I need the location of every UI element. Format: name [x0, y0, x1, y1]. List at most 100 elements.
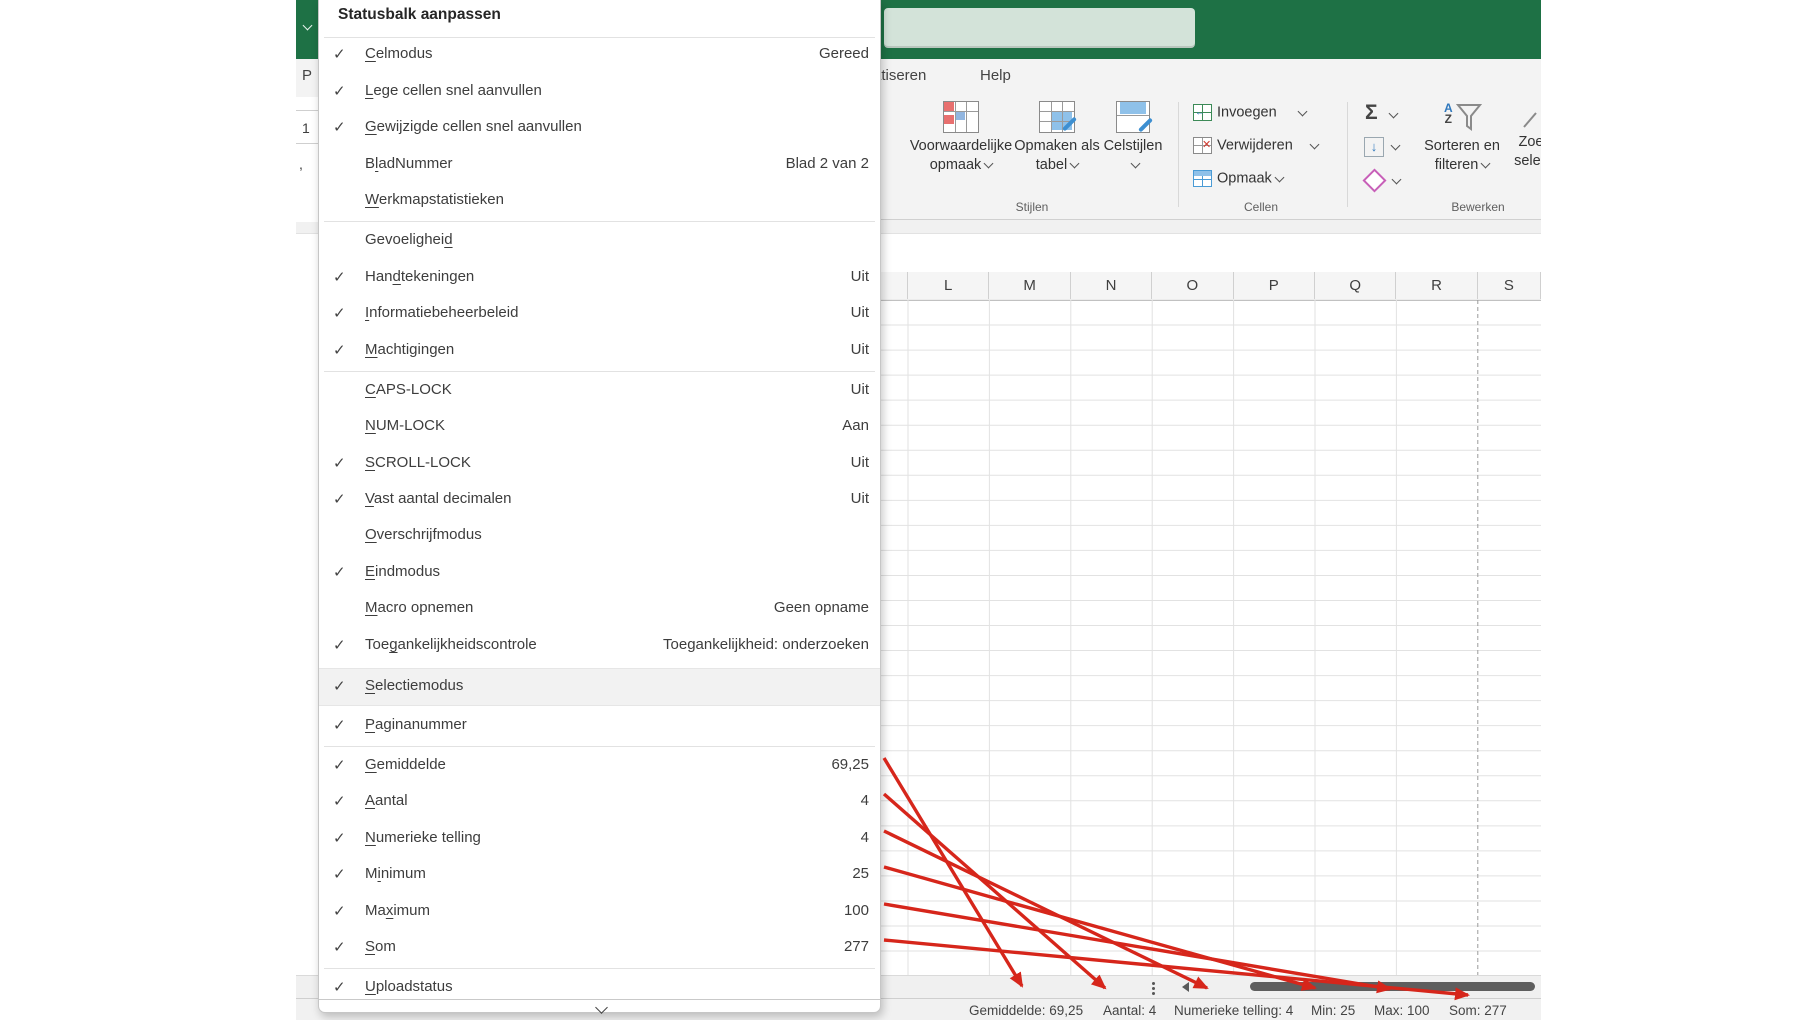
menu-scroll-down[interactable] [319, 999, 880, 1015]
status-item: Min: 25 [1311, 1003, 1356, 1018]
menu-item-value: 277 [843, 938, 869, 955]
menu-item-value: Uit [850, 268, 869, 285]
menu-item[interactable]: BladNummer Blad 2 van 2 [319, 147, 880, 183]
chevron-down-icon [1297, 106, 1308, 116]
find-select-label-line2: selec [1514, 153, 1541, 169]
menu-item-label: Numerieke telling [365, 829, 481, 846]
menu-item[interactable]: ✓ Selectiemodus [319, 668, 880, 706]
insert-cells-icon: ← [1193, 104, 1212, 121]
chevron-down-icon [1069, 158, 1080, 169]
menu-item[interactable]: ✓ Maximum 100 [319, 894, 880, 930]
insert-label: Invoegen [1217, 104, 1277, 121]
formula-bar-fragment: , [299, 156, 303, 172]
menu-item-label: Toegankelijkheidscontrole [365, 636, 537, 653]
format-button[interactable]: Opmaak [1193, 170, 1285, 194]
spreadsheet-grid[interactable] [881, 272, 1541, 975]
conditional-formatting-label: Voorwaardelijke opmaak [909, 138, 1013, 173]
menu-item-value: 69,25 [831, 756, 869, 773]
menu-item[interactable]: NUM-LOCK Aan [319, 409, 880, 445]
menu-item[interactable]: ✓ Gewijzigde cellen snel aanvullen [319, 110, 880, 146]
menu-item[interactable]: ✓ Aantal 4 [319, 784, 880, 820]
group-label-bewerken: Bewerken [1451, 200, 1505, 214]
menu-item-label: Gemiddelde [365, 756, 446, 773]
menu-item[interactable]: ✓ SCROLL-LOCK Uit [319, 446, 880, 482]
menu-item-value: 4 [860, 829, 869, 846]
sliver-divider [296, 143, 318, 144]
menu-item[interactable]: ✓ Celmodus Gereed [319, 37, 880, 73]
eraser-icon [1362, 168, 1387, 193]
menu-separator [324, 746, 875, 747]
format-as-table-button[interactable]: Opmaken als tabel [1014, 101, 1100, 175]
menu-item[interactable]: ✓ Minimum 25 [319, 857, 880, 893]
status-item: Gemiddelde: 69,25 [969, 1003, 1084, 1018]
chevron-down-icon [595, 1001, 608, 1015]
chevron-down-icon [1130, 158, 1140, 169]
autosum-button[interactable]: Σ [1365, 102, 1399, 126]
search-input[interactable] [884, 8, 1195, 48]
menu-item-value: Uit [850, 490, 869, 507]
delete-label: Verwijderen [1217, 137, 1293, 154]
check-icon: ✓ [333, 342, 346, 359]
menu-item-label: CAPS-LOCK [365, 381, 452, 398]
conditional-formatting-button[interactable]: Voorwaardelijke opmaak [909, 101, 1013, 175]
find-select-button[interactable]: Zoe selec [1501, 101, 1541, 171]
menu-item[interactable]: ✓ Handtekeningen Uit [319, 260, 880, 296]
group-divider [1178, 102, 1179, 207]
check-icon: ✓ [333, 83, 346, 100]
check-icon: ✓ [333, 939, 346, 956]
more-options-icon[interactable] [1152, 980, 1156, 997]
group-divider [1347, 102, 1348, 207]
menu-item[interactable]: ✓ Lege cellen snel aanvullen [319, 74, 880, 110]
insert-button[interactable]: ← Invoegen [1193, 104, 1308, 128]
menu-item-label: Maximum [365, 902, 431, 919]
cell-styles-label: Celstijlen [1103, 138, 1163, 154]
sort-filter-icon: AZ [1440, 101, 1484, 133]
menu-item[interactable]: ✓ Informatiebeheerbeleid Uit [319, 296, 880, 332]
menu-item-label: BladNummer [365, 155, 453, 172]
screenshot-canvas: atiseren Help P Voorwaardelijke opmaak O… [0, 0, 1813, 1020]
menu-item-label: Uploadstatus [365, 978, 453, 995]
tab-help[interactable]: Help [980, 67, 1011, 84]
menu-item[interactable]: CAPS-LOCK Uit [319, 373, 880, 409]
menu-item[interactable]: Gevoeligheid [319, 223, 880, 259]
clear-button[interactable] [1362, 168, 1402, 196]
horizontal-scrollbar-thumb[interactable] [1250, 982, 1535, 991]
check-icon: ✓ [333, 305, 346, 322]
fill-button[interactable]: ↓ [1364, 137, 1401, 161]
menu-item[interactable]: ✓ Paginanummer [319, 708, 880, 744]
menu-item[interactable]: ✓ Gemiddelde 69,25 [319, 748, 880, 784]
menu-item-label: Gevoeligheid [365, 231, 453, 248]
menu-item-value: Uit [850, 381, 869, 398]
menu-item-label: Aantal [365, 792, 408, 809]
statusbar-context-menu: Statusbalk aanpassen ✓ Celmodus Gereed ✓ Leg… [318, 0, 881, 1015]
menu-item[interactable]: ✓ Eindmodus [319, 555, 880, 591]
cell-styles-button[interactable]: Celstijlen [1097, 101, 1169, 175]
check-icon: ✓ [333, 793, 346, 810]
delete-button[interactable]: ✕ Verwijderen [1193, 137, 1320, 161]
menu-item-label: Vast aantal decimalen [365, 490, 512, 507]
horizontal-scrollbar-track[interactable] [1195, 979, 1541, 993]
menu-item-label: Celmodus [365, 45, 433, 62]
menu-item-value: Blad 2 van 2 [785, 155, 869, 172]
sliver-divider [296, 110, 318, 111]
format-as-table-icon [1039, 101, 1077, 133]
menu-item[interactable]: ✓ Toegankelijkheidscontrole Toegankelijkhe… [319, 628, 880, 664]
format-as-table-label: Opmaken als tabel [1014, 138, 1100, 173]
tab-automatiseren-partial[interactable]: atiseren [873, 67, 926, 84]
check-icon: ✓ [333, 979, 346, 996]
scroll-left-icon[interactable] [1182, 982, 1189, 992]
sort-filter-button[interactable]: AZ Sorteren en filteren [1414, 101, 1510, 175]
chevron-down-icon [1274, 172, 1285, 182]
menu-item[interactable]: ✓ Vast aantal decimalen Uit [319, 482, 880, 518]
menu-item[interactable]: Overschrijfmodus [319, 518, 880, 554]
menu-item[interactable]: ✓ Som 277 [319, 930, 880, 966]
quick-access-chevron-icon[interactable] [302, 20, 313, 31]
check-icon: ✓ [333, 637, 346, 654]
fill-down-icon: ↓ [1364, 137, 1384, 157]
menu-item[interactable]: Werkmapstatistieken [319, 183, 880, 219]
menu-item[interactable]: ✓ Numerieke telling 4 [319, 821, 880, 857]
menu-item[interactable]: ✓ Machtigingen Uit [319, 333, 880, 369]
menu-item-label: Informatiebeheerbeleid [365, 304, 519, 321]
menu-item[interactable]: Macro opnemen Geen opname [319, 591, 880, 627]
menu-item-label: Macro opnemen [365, 599, 474, 616]
